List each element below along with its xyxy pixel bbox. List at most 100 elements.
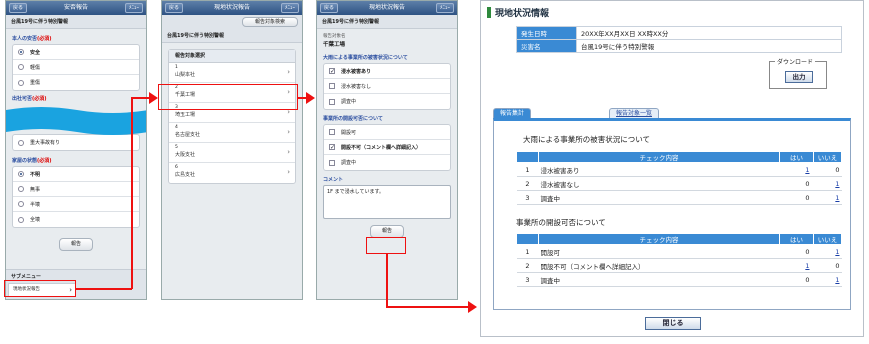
count-link[interactable]: 1 — [835, 248, 839, 256]
radio-icon — [18, 171, 24, 177]
disaster-subtitle: 台風19号に伴う特別警報 — [162, 29, 302, 43]
list-item[interactable]: 5 大阪支社 › — [169, 143, 295, 163]
connector-line — [131, 97, 133, 289]
connector-line — [76, 288, 132, 290]
highlight-submenu — [4, 280, 76, 297]
checkbox-option[interactable]: 浸水被害なし — [324, 79, 450, 94]
list-item[interactable]: 4 名古屋支社 › — [169, 123, 295, 143]
open-check-group: 開設可 ✓ 開設不可（コメント欄へ詳細記入） 調査中 — [323, 124, 451, 171]
radio-icon — [18, 201, 24, 207]
back-button[interactable]: 戻る — [165, 3, 184, 13]
chevron-right-icon: › — [287, 128, 290, 136]
table-row: 1 開設可 0 1 — [516, 244, 842, 259]
radio-icon — [18, 139, 24, 146]
checkbox-checked-icon: ✓ — [329, 68, 336, 75]
arrow-right-icon — [468, 301, 477, 313]
comment-textarea[interactable]: 1F まで浸水しています。 — [323, 185, 451, 219]
phone-safety-report: 戻る 安否報告 ﾒﾆｭｰ 台風19号に伴う特別警報 本人の安否(必須) 安全 軽… — [5, 0, 147, 300]
radio-icon — [18, 49, 24, 55]
count-link[interactable]: 1 — [835, 276, 839, 284]
menu-button[interactable]: ﾒﾆｭｰ — [280, 3, 299, 13]
checkbox-option[interactable]: ✓ 浸水被害あり — [324, 64, 450, 79]
comment-label: コメント — [323, 177, 344, 183]
checkbox-icon — [329, 83, 335, 89]
radio-option[interactable]: 不明 — [13, 167, 139, 182]
checkbox-option[interactable]: 調査中 — [324, 155, 450, 170]
download-box: ダウンロード 出力 — [769, 57, 827, 89]
checkbox-option[interactable]: ✓ 開設不可（コメント欄へ詳細記入） — [324, 140, 450, 155]
radio-option[interactable]: 軽傷 — [13, 60, 139, 75]
pc-site-status-window: 現地状況情報 発生日時 20XX年XX月XX日 XX時XX分 災害名 台風19号に伴… — [480, 0, 864, 337]
chevron-right-icon: › — [287, 148, 290, 156]
phone-header: 戻る 現地状況報告 ﾒﾆｭｰ — [162, 1, 302, 15]
checkbox-option[interactable]: 開設可 — [324, 125, 450, 140]
screen-title: 現地状況報告 — [213, 4, 250, 11]
question-label: 大雨による事業所の被害状況について — [323, 55, 408, 61]
section-title: 事業所の開設可否について — [516, 218, 606, 227]
phone-target-select: 戻る 現地状況報告 ﾒﾆｭｰ 報告対象検索 台風19号に伴う特別警報 報告対象選… — [161, 0, 303, 300]
house-radio-group: 不明 無事 半壊 全壊 — [12, 166, 140, 228]
target-search-button[interactable]: 報告対象検索 — [242, 17, 298, 27]
highlight-report-button — [366, 237, 406, 254]
omission-wave-graphic — [6, 107, 146, 135]
target-label: 報告対象名 — [323, 34, 346, 39]
chevron-right-icon: › — [287, 168, 290, 176]
search-bar: 報告対象検索 — [162, 15, 302, 29]
table-row: 2 浸水被害なし 0 1 — [516, 176, 842, 191]
tab-summary[interactable]: 報告集計 — [493, 108, 532, 118]
summary-panel: 大雨による事業所の被害状況について チェック内容 はい いいえ 1 浸水被害あり 1 0 … — [493, 118, 851, 310]
screen-title: 安否報告 — [63, 4, 88, 11]
count-link[interactable]: 1 — [805, 166, 809, 174]
table-row: 3 調査中 0 1 — [516, 272, 842, 287]
highlight-selected-target — [158, 84, 298, 110]
menu-button[interactable]: ﾒﾆｭｰ — [435, 3, 454, 13]
radio-option[interactable]: 重傷 — [13, 75, 139, 90]
back-button[interactable]: 戻る — [9, 3, 28, 13]
arrow-right-icon — [306, 92, 315, 104]
disaster-subtitle: 台風19号に伴う特別警報 — [317, 15, 457, 29]
close-button[interactable]: 閉じる — [645, 317, 701, 330]
count-link[interactable]: 1 — [835, 180, 839, 188]
list-item[interactable]: 1 山梨本社 › — [169, 63, 295, 83]
target-list: 報告対象選択 1 山梨本社 › 2 千葉工場 › 3 埼玉工場 › 4 名古屋支社 › 5 大阪支… — [168, 49, 296, 184]
radio-option[interactable]: 安全 — [13, 45, 139, 60]
radio-option[interactable]: 無事 — [13, 182, 139, 197]
target-value: 千葉工場 — [323, 42, 346, 48]
table-row: 1 浸水被害あり 1 0 — [516, 162, 842, 177]
question-label: 出社可否(必須) — [12, 96, 47, 102]
list-item[interactable]: 6 広島支社 › — [169, 163, 295, 183]
back-button[interactable]: 戻る — [320, 3, 339, 13]
radio-icon — [18, 186, 24, 192]
tab-target-list[interactable]: 報告対象一覧 — [609, 108, 660, 118]
summary-table: チェック内容 はい いいえ 1 開設可 0 1 2 開設不可（コメント欄へ詳細記入） 1 0 3… — [516, 233, 842, 287]
menu-button[interactable]: ﾒﾆｭｰ — [124, 3, 143, 13]
radio-option[interactable]: 半壊 — [13, 197, 139, 212]
page-title: 現地状況情報 — [481, 1, 863, 23]
count-link[interactable]: 1 — [805, 262, 809, 270]
checkbox-icon — [329, 159, 335, 166]
list-header: 報告対象選択 — [169, 50, 295, 63]
connector-line — [131, 97, 149, 99]
radio-icon — [18, 216, 24, 223]
report-button[interactable]: 報告 — [59, 238, 93, 251]
count-link[interactable]: 1 — [835, 194, 839, 202]
radio-icon — [18, 79, 24, 86]
table-row: 3 調査中 0 1 — [516, 190, 842, 205]
question-label: 家屋の状態(必須) — [12, 158, 52, 164]
title-bar-icon — [487, 6, 491, 18]
radio-icon — [18, 64, 24, 70]
question-label: 本人の安否(必須) — [12, 36, 52, 42]
phone-header: 戻る 安否報告 ﾒﾆｭｰ — [6, 1, 146, 15]
damage-check-group: ✓ 浸水被害あり 浸水被害なし 調査中 — [323, 63, 451, 110]
checkbox-option[interactable]: 調査中 — [324, 94, 450, 109]
disaster-subtitle: 台風19号に伴う特別警報 — [6, 15, 146, 29]
checkbox-checked-icon: ✓ — [329, 144, 336, 151]
checkbox-icon — [329, 129, 335, 135]
safety-radio-group: 安全 軽傷 重傷 — [12, 44, 140, 91]
radio-option[interactable]: 全壊 — [13, 212, 139, 227]
chevron-right-icon: › — [287, 68, 290, 76]
checkbox-icon — [329, 98, 335, 105]
export-button[interactable]: 出力 — [785, 71, 813, 83]
summary-table: チェック内容 はい いいえ 1 浸水被害あり 1 0 2 浸水被害なし 0 1 3 調査中 0 1 — [516, 151, 842, 205]
table-row: 2 開設不可（コメント欄へ詳細記入） 1 0 — [516, 258, 842, 273]
